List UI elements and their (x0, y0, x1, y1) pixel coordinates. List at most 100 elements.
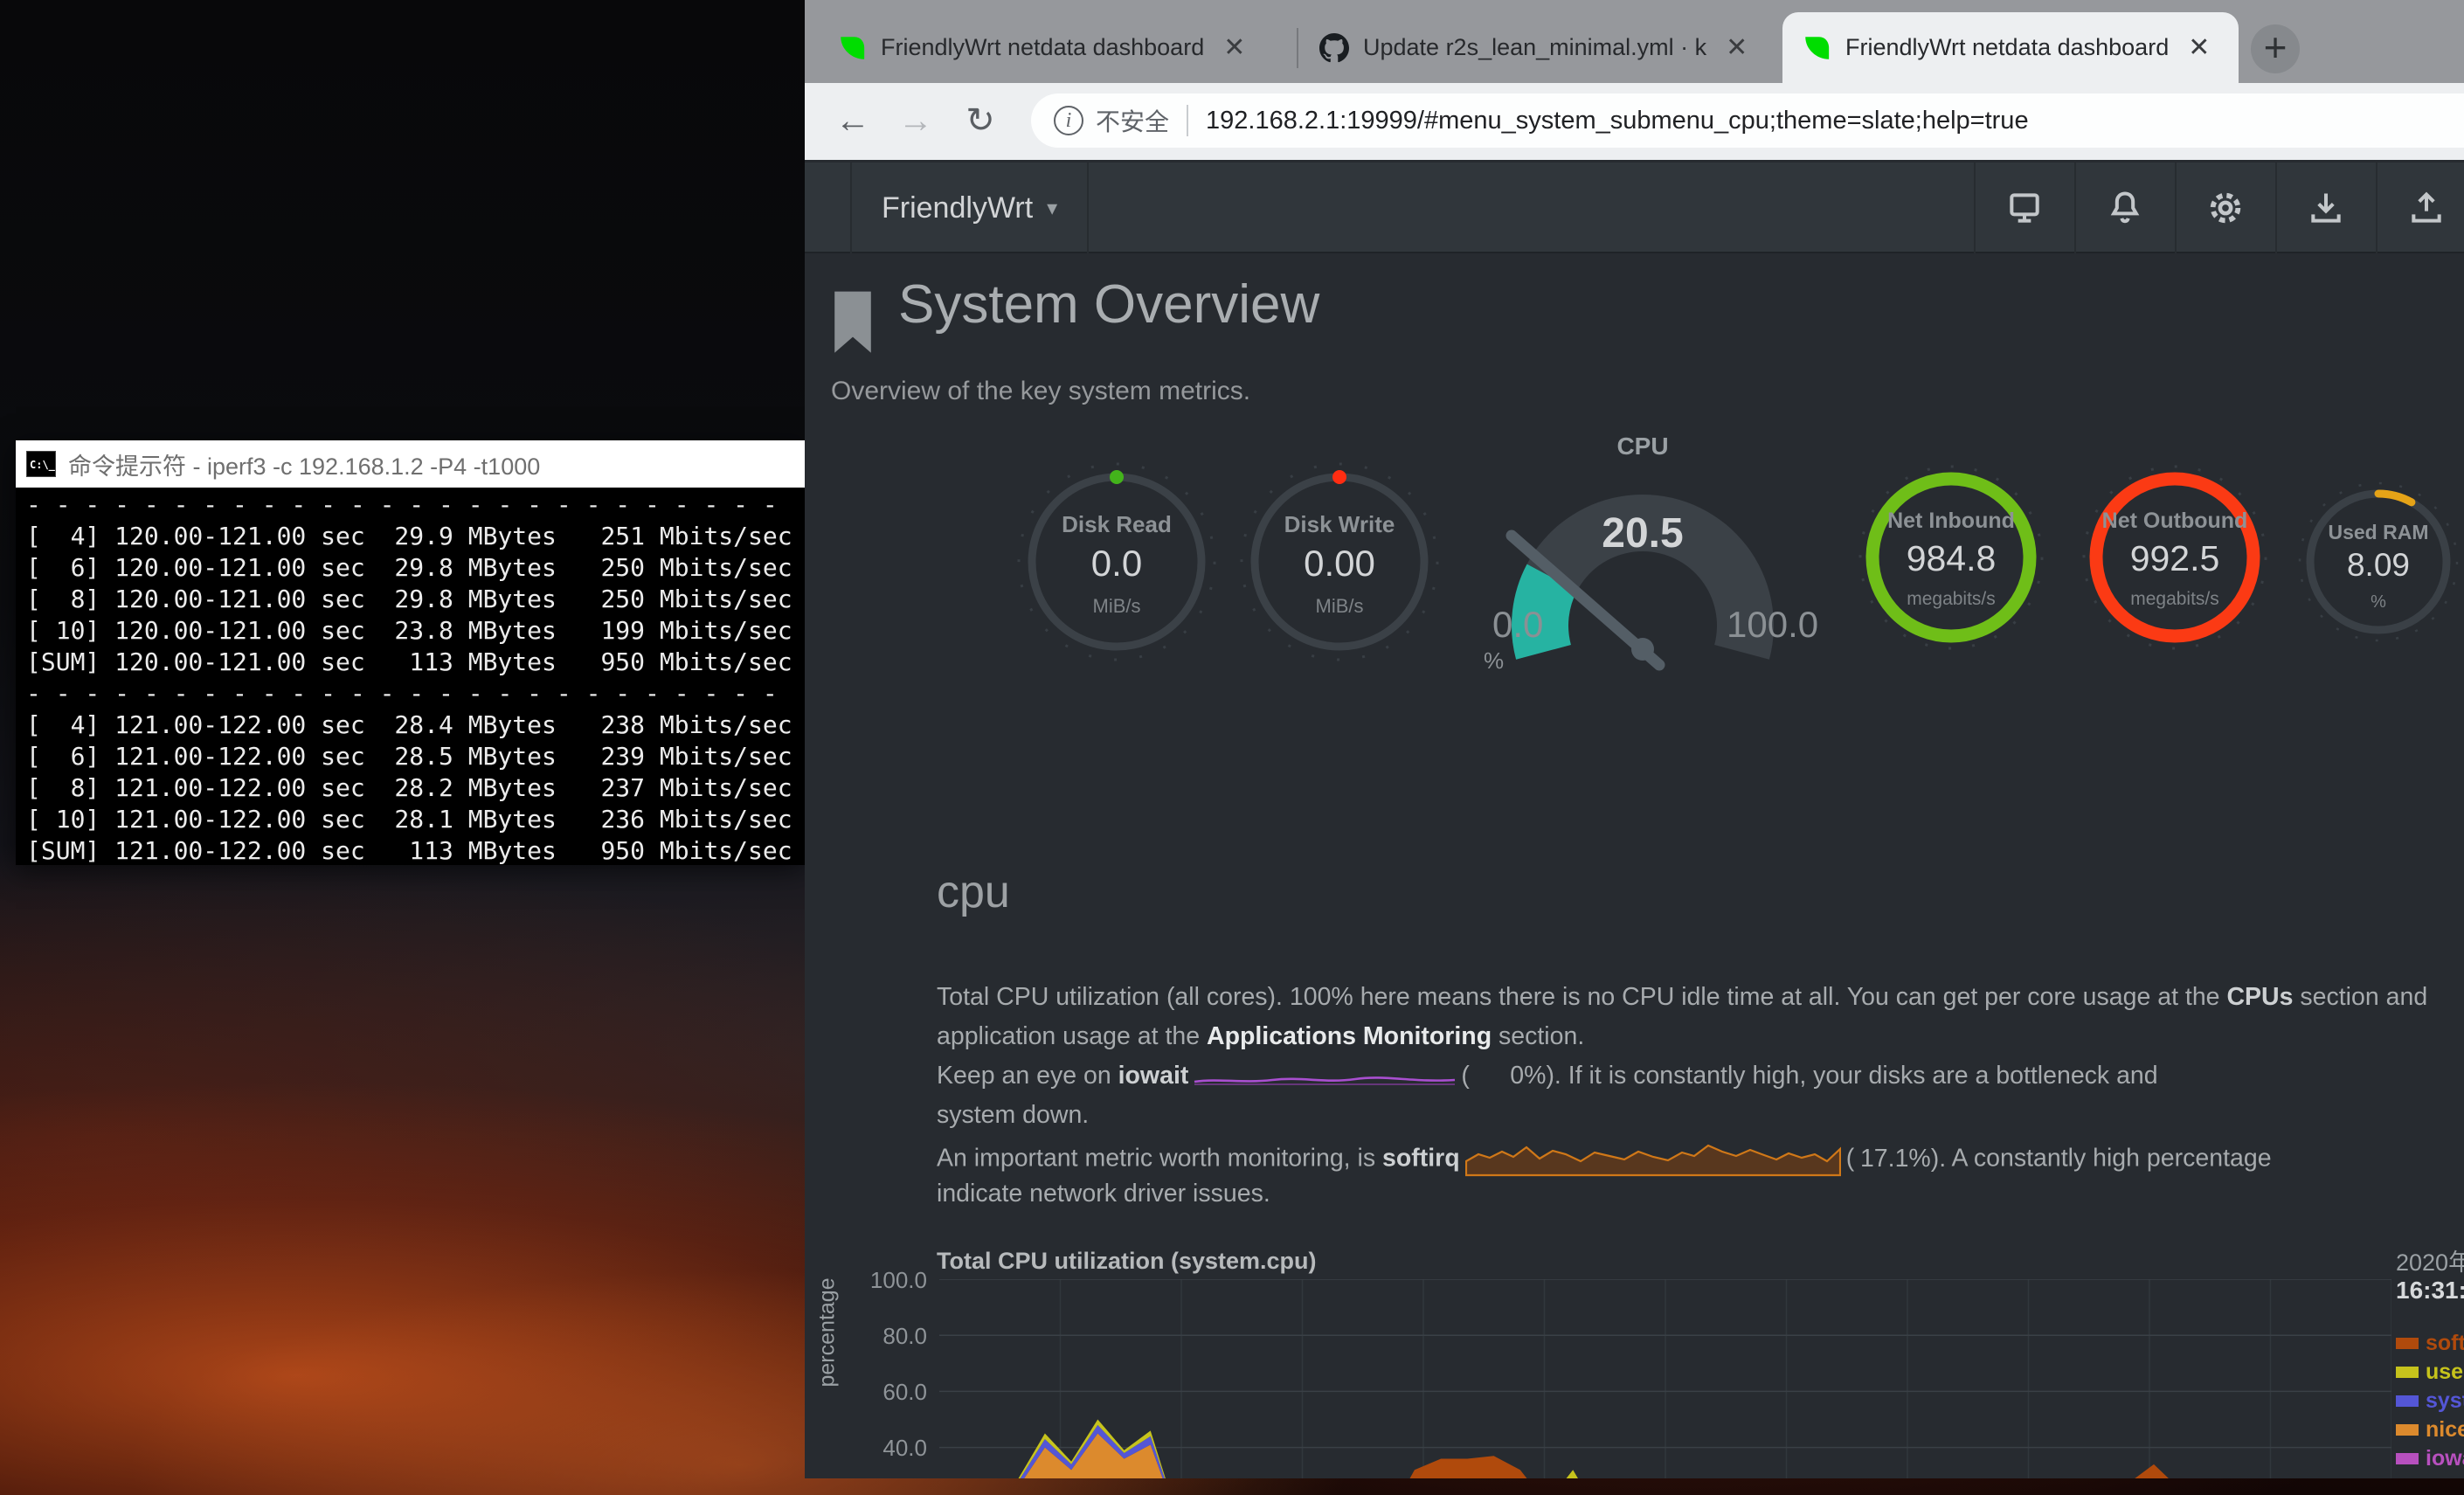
tab-label: Update r2s_lean_minimal.yml · k (1363, 34, 1706, 61)
cpu-chart-plot[interactable] (939, 1279, 2391, 1478)
doc-line: Total CPU utilization (all cores). 100% … (937, 983, 2464, 1022)
settings-button[interactable] (2175, 163, 2274, 253)
gauge-label: Disk Write (1235, 511, 1444, 538)
monitor-icon (2005, 189, 2044, 227)
reload-button[interactable]: ↻ (955, 95, 1006, 146)
section-title: System Overview (898, 273, 1319, 336)
used-ram-gauge[interactable]: Used RAM 8.09 % (2295, 479, 2461, 654)
gauge-value: 0.0 (1012, 543, 1222, 585)
gauge-max: 100.0 (1727, 604, 1818, 646)
gauge-unit: megabits/s (1855, 589, 2047, 610)
legend-swatch (2396, 1453, 2419, 1464)
gauge-dot (1110, 470, 1124, 484)
site-info-icon[interactable]: i (1054, 106, 1083, 135)
legend-item-user[interactable]: user (2396, 1358, 2464, 1387)
new-tab-button[interactable]: + (2251, 24, 2300, 73)
softirq-value: 17.1%). (1854, 1145, 1946, 1173)
legend-swatch (2396, 1395, 2419, 1407)
cpu-gauge[interactable]: CPU 20.5 0.0 100.0 % (1477, 448, 1809, 675)
alarms-button[interactable] (2074, 163, 2173, 253)
chart-date: 2020年3 (2396, 1243, 2464, 1277)
legend-label: softirq (2426, 1331, 2464, 1356)
bookmark-icon (830, 289, 876, 357)
desktop-wallpaper: C:\_ 命令提示符 - iperf3 -c 192.168.1.2 -P4 -… (0, 0, 2464, 1495)
host-menu-button[interactable]: FriendlyWrt ▾ (850, 163, 1089, 253)
gauge-label: Net Outbound (2079, 509, 2271, 534)
export-snapshot-button[interactable] (2376, 163, 2464, 253)
legend-item-softirq[interactable]: softirq (2396, 1329, 2464, 1358)
doc-line: Keep an eye on iowait(0%). If it is cons… (937, 1062, 2464, 1101)
legend-label: user (2426, 1360, 2464, 1385)
netdata-icon (837, 33, 867, 63)
url-text[interactable]: 192.168.2.1:19999/#menu_system_submenu_c… (1206, 107, 2029, 135)
terminal-line: - - - - - - - - - - - - - - - - - - - - … (26, 678, 805, 709)
gauge-dot (1332, 470, 1346, 484)
legend-item-iowait[interactable]: iowait (2396, 1444, 2464, 1473)
browser-window: FriendlyWrt netdata dashboard ✕ Update r… (805, 0, 2464, 1478)
ytick: 80.0 (840, 1323, 927, 1350)
legend-label: nice (2426, 1417, 2464, 1443)
legend-item-nice[interactable]: nice (2396, 1415, 2464, 1444)
forward-button[interactable]: → (890, 95, 941, 146)
legend-item-system[interactable]: system (2396, 1387, 2464, 1415)
upload-icon (2407, 189, 2446, 227)
gauge-unit: % (2295, 592, 2461, 613)
softirq-sparkline[interactable] (1465, 1140, 1841, 1179)
cpu-section-heading: cpu (937, 866, 1010, 918)
chart-ylabel: percentage (815, 1353, 841, 1388)
net-inbound-gauge[interactable]: Net Inbound 984.8 megabits/s (1855, 461, 2047, 662)
netdata-header: FriendlyWrt ▾ (805, 163, 2464, 253)
tab-netdata-1[interactable]: FriendlyWrt netdata dashboard ✕ (818, 12, 1294, 83)
ytick: 100.0 (840, 1267, 927, 1294)
back-button[interactable]: ← (827, 95, 878, 146)
security-label[interactable]: 不安全 (1096, 103, 1169, 138)
gauge-unit: % (1484, 647, 1504, 675)
iowait-sparkline[interactable] (1194, 1065, 1456, 1088)
disk-read-gauge[interactable]: Disk Read 0.0 MiB/s (1012, 457, 1222, 675)
tab-netdata-2-active[interactable]: FriendlyWrt netdata dashboard ✕ (1782, 12, 2239, 83)
ytick: 40.0 (840, 1435, 927, 1462)
terminal-line: - - - - - - - - - - - - - - - - - - - - … (26, 489, 805, 521)
terminal-line: [ 8] 121.00-122.00 sec 28.2 MBytes 237 M… (26, 772, 805, 804)
cmd-icon: C:\_ (26, 451, 56, 477)
github-icon (1319, 33, 1349, 63)
legend-label: system (2426, 1388, 2464, 1414)
terminal-line: [ 10] 121.00-122.00 sec 28.1 MBytes 236 … (26, 804, 805, 835)
gauge-value: 8.09 (2295, 547, 2461, 584)
address-bar[interactable]: i 不安全 192.168.2.1:19999/#menu_system_sub… (1031, 93, 2464, 148)
download-icon (2307, 189, 2345, 227)
tab-close-icon[interactable]: ✕ (2188, 32, 2210, 63)
netdata-page: FriendlyWrt ▾ S (805, 160, 2464, 1478)
applications-monitoring-link[interactable]: Applications Monitoring (1207, 1022, 1492, 1050)
doc-line: indicate network driver issues. (937, 1180, 2464, 1219)
chart-title: Total CPU utilization (system.cpu) (937, 1248, 1317, 1275)
import-snapshot-button[interactable] (2275, 163, 2374, 253)
terminal-titlebar[interactable]: C:\_ 命令提示符 - iperf3 -c 192.168.1.2 -P4 -… (16, 440, 805, 488)
terminal-line: [ 6] 120.00-121.00 sec 29.8 MBytes 250 M… (26, 552, 805, 584)
tab-label: FriendlyWrt netdata dashboard (881, 34, 1204, 61)
terminal-line: [ 10] 120.00-121.00 sec 23.8 MBytes 199 … (26, 615, 805, 647)
gauge-label: Disk Read (1012, 511, 1222, 538)
gauge-value: 20.5 (1477, 509, 1809, 557)
doc-line: An important metric worth monitoring, is… (937, 1140, 2464, 1180)
tab-github[interactable]: Update r2s_lean_minimal.yml · k ✕ (1300, 12, 1776, 83)
terminal-window: C:\_ 命令提示符 - iperf3 -c 192.168.1.2 -P4 -… (16, 440, 805, 865)
net-outbound-gauge[interactable]: Net Outbound 992.5 megabits/s (2079, 461, 2271, 662)
host-name: FriendlyWrt (882, 191, 1033, 225)
chevron-down-icon: ▾ (1047, 196, 1057, 221)
gauge-value: 984.8 (1855, 538, 2047, 579)
cpus-link[interactable]: CPUs (2226, 983, 2293, 1011)
doc-line: system down. (937, 1101, 2464, 1140)
terminal-line: [ 4] 120.00-121.00 sec 29.9 MBytes 251 M… (26, 521, 805, 552)
netdata-icon (1802, 33, 1831, 63)
omnibox-divider (1187, 105, 1188, 136)
legend-swatch (2396, 1338, 2419, 1349)
chart-time: 16:31:2 (2396, 1277, 2464, 1305)
tab-close-icon[interactable]: ✕ (1223, 32, 1245, 63)
terminal-line: [ 6] 121.00-122.00 sec 28.5 MBytes 239 M… (26, 741, 805, 772)
terminal-line: [ 8] 120.00-121.00 sec 29.8 MBytes 250 M… (26, 584, 805, 615)
gauge-value: 0.00 (1235, 543, 1444, 585)
disk-write-gauge[interactable]: Disk Write 0.00 MiB/s (1235, 457, 1444, 675)
tab-close-icon[interactable]: ✕ (1726, 32, 1748, 63)
print-dashboard-button[interactable] (1974, 163, 2073, 253)
